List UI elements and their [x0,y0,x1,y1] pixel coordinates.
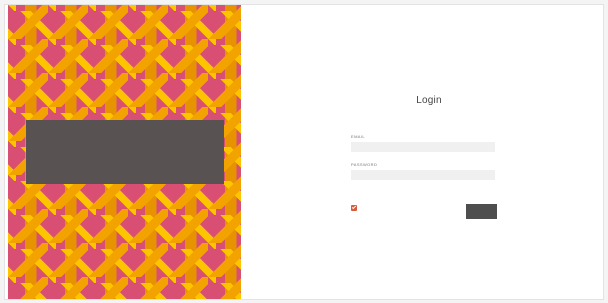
login-title: Login [416,95,442,106]
email-input[interactable] [351,142,495,152]
email-label: EMAIL [351,134,366,139]
login-page: Login EMAIL PASSWORD [4,4,604,300]
password-input[interactable] [351,170,495,180]
hero-pattern-image [8,5,241,299]
login-submit-button[interactable] [466,204,497,219]
remember-checkbox[interactable] [351,205,357,211]
hero-overlay-panel [26,120,224,184]
password-label: PASSWORD [351,162,378,167]
